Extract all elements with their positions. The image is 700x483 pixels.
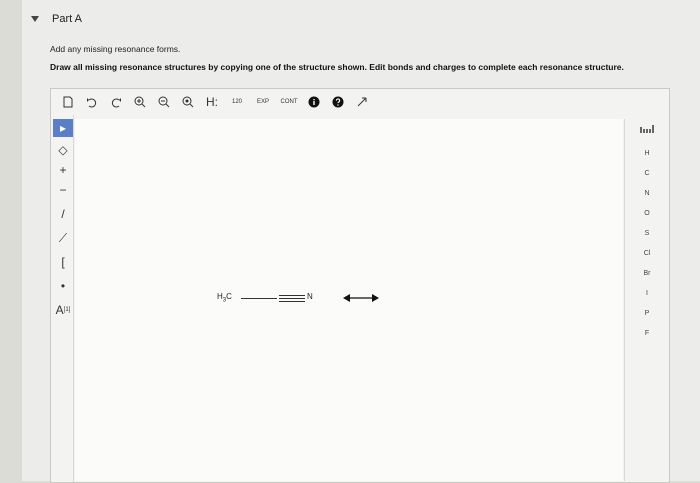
hydrogen-button[interactable]: H: — [203, 93, 221, 111]
select-tool[interactable]: ▸ — [53, 119, 73, 137]
info-icon[interactable] — [305, 93, 323, 111]
element-f[interactable]: F — [625, 330, 669, 337]
charge-minus-tool[interactable]: − — [53, 181, 73, 199]
charge-plus-tool[interactable]: + — [53, 161, 73, 179]
triple-bond-line-1 — [279, 295, 305, 296]
eraser-tool[interactable]: ◇ — [53, 141, 73, 159]
periodic-panel: H C N O S Cl Br I P F — [624, 119, 669, 481]
element-p[interactable]: P — [625, 310, 669, 317]
label-exp[interactable]: EXP — [253, 93, 273, 111]
element-br[interactable]: Br — [625, 270, 669, 277]
element-o[interactable]: O — [625, 210, 669, 217]
element-n[interactable]: N — [625, 190, 669, 197]
molecule-h3c: H3C — [217, 292, 232, 304]
structure-editor[interactable]: H: 120 EXP CONT ▸ ◇ + − / ⟋ [ • A [1] H3C — [50, 88, 670, 483]
instruction-line-2: Draw all missing resonance structures by… — [50, 62, 624, 72]
zoom-out-icon[interactable] — [155, 93, 173, 111]
help-icon[interactable] — [329, 93, 347, 111]
single-bond — [241, 298, 277, 299]
bracket-tool[interactable]: [ — [53, 253, 73, 271]
zoom-in-icon[interactable] — [131, 93, 149, 111]
element-i[interactable]: I — [625, 290, 669, 297]
element-s[interactable]: S — [625, 230, 669, 237]
label-cont[interactable]: CONT — [279, 93, 299, 111]
left-toolbar: ▸ ◇ + − / ⟋ [ • A [1] — [53, 115, 74, 482]
chain-tool[interactable]: ⟋ — [53, 229, 73, 247]
element-h[interactable]: H — [625, 150, 669, 157]
undo-icon[interactable] — [83, 93, 101, 111]
bond-tool[interactable]: / — [53, 205, 73, 223]
triple-bond-line-3 — [279, 301, 305, 302]
drawing-canvas[interactable]: H3C N — [75, 119, 623, 481]
atom-label-tool[interactable]: A [1] — [53, 301, 73, 319]
triple-bond-line-2 — [279, 298, 305, 299]
lone-pair-tool[interactable]: • — [53, 277, 73, 295]
caret-down-icon[interactable] — [31, 16, 39, 22]
redo-icon[interactable] — [107, 93, 125, 111]
zoom-reset-icon[interactable] — [179, 93, 197, 111]
element-cl[interactable]: Cl — [625, 250, 669, 257]
resonance-arrow-icon — [343, 294, 379, 302]
periodic-table-icon[interactable] — [625, 125, 669, 135]
new-doc-icon[interactable] — [59, 93, 77, 111]
label-120[interactable]: 120 — [227, 93, 247, 111]
atom-n: N — [307, 292, 313, 301]
part-title: Part A — [52, 13, 82, 25]
expand-icon[interactable] — [353, 93, 371, 111]
part-header[interactable]: Part A — [22, 10, 700, 36]
element-c[interactable]: C — [625, 170, 669, 177]
instruction-line-1: Add any missing resonance forms. — [50, 44, 181, 54]
editor-toolbar: H: 120 EXP CONT — [51, 89, 669, 115]
